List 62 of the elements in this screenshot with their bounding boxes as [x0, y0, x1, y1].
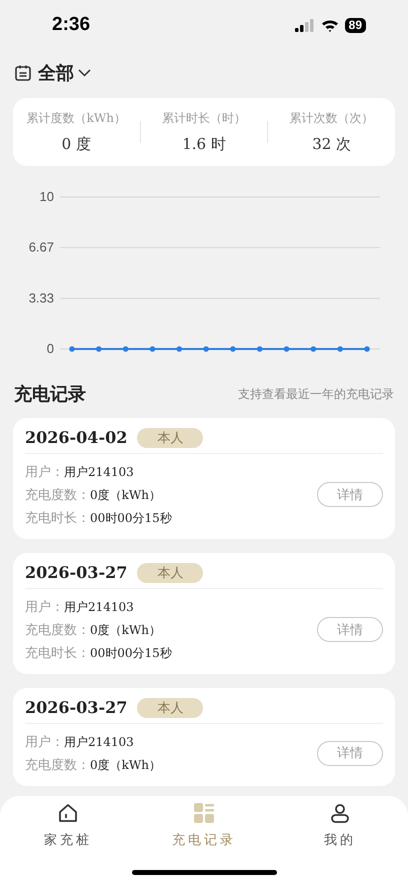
data-point [284, 346, 290, 352]
tab-item[interactable]: 我的 [272, 802, 408, 852]
axis-label: 6.67 [28, 240, 54, 255]
field-label: 用户： [25, 462, 64, 481]
data-point [364, 346, 370, 352]
axis-label: 3.33 [28, 290, 54, 306]
battery-indicator: 89 [344, 18, 366, 32]
data-point [337, 346, 343, 352]
data-point [203, 346, 209, 352]
record-tag: 本人 [137, 698, 204, 718]
stat-value: 0 度 [62, 134, 91, 155]
stat-value: 1.6 时 [182, 134, 226, 155]
data-point [230, 346, 236, 352]
record-date: 2026-04-02 [25, 426, 128, 448]
record-date: 2026-03-27 [25, 696, 128, 718]
calendar-icon [14, 64, 32, 82]
field-value: 用户214103 [64, 598, 134, 616]
stat-label: 累计时长（时） [162, 110, 246, 127]
details-button[interactable]: 详情 [317, 482, 383, 507]
field-label: 用户： [25, 598, 64, 616]
stat-label: 累计度数（kWh） [26, 110, 126, 127]
data-point [256, 346, 263, 352]
field-value: 0度（kWh） [90, 486, 161, 504]
chevron-down-icon [78, 69, 91, 77]
section-note: 支持查看最近一年的充电记录 [238, 386, 394, 403]
record-date: 2026-03-27 [25, 562, 128, 584]
stat-value: 32 次 [312, 134, 352, 155]
axis-label: 10 [40, 189, 54, 204]
field-value: 用户214103 [64, 464, 134, 480]
record-tag: 本人 [137, 428, 204, 448]
field-value: 用户214103 [64, 734, 134, 750]
stat-label: 累计次数（次） [290, 110, 374, 127]
field-label: 充电度数： [25, 620, 90, 639]
tab-item[interactable]: 家充桩 [0, 802, 136, 852]
status-time: 2:36 [52, 12, 90, 37]
wifi-icon [320, 18, 339, 32]
grid-icon [193, 802, 215, 824]
details-button[interactable]: 详情 [317, 740, 383, 766]
data-point [310, 346, 316, 352]
field-label: 充电度数： [25, 756, 90, 774]
house-icon [57, 802, 79, 824]
field-value: 00时00分15秒 [90, 644, 172, 662]
section-title: 充电记录 [14, 382, 86, 406]
field-label: 用户： [25, 732, 64, 751]
field-value: 0度（kWh） [90, 756, 161, 774]
filter-dropdown[interactable]: 全部 [38, 60, 91, 86]
data-point [150, 346, 156, 352]
signal-icon [294, 18, 315, 32]
data-point [176, 346, 182, 352]
field-label: 充电度数： [25, 486, 90, 504]
field-value: 0度（kWh） [90, 622, 161, 638]
field-label: 充电时长： [25, 644, 90, 662]
data-point [69, 346, 75, 352]
details-button[interactable]: 详情 [317, 617, 383, 642]
user-icon [329, 802, 351, 824]
data-point [96, 346, 102, 352]
field-value: 00时00分15秒 [90, 510, 172, 526]
data-point [122, 346, 128, 352]
tab-item[interactable]: 充电记录 [136, 802, 272, 852]
record-tag: 本人 [137, 562, 204, 582]
field-label: 充电时长： [25, 508, 90, 527]
axis-label: 0 [46, 341, 54, 356]
